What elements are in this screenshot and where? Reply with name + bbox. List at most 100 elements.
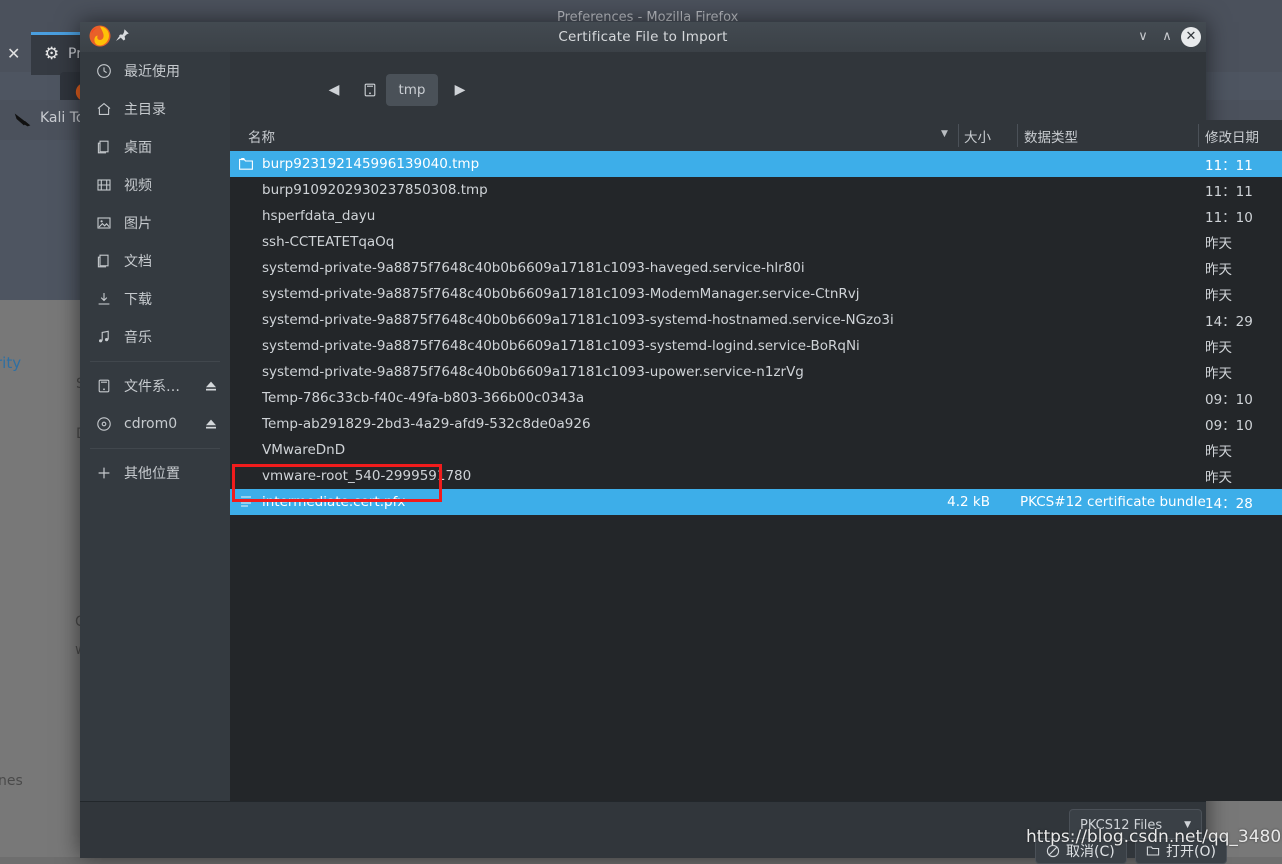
column-header-size[interactable]: 大小 (964, 120, 991, 151)
file-name: intermediate.cert.pfx (262, 494, 406, 510)
file-date: 昨天 (1205, 262, 1232, 278)
drive-icon[interactable] (356, 74, 384, 106)
close-icon[interactable]: ✕ (7, 44, 20, 63)
column-divider[interactable] (958, 124, 959, 147)
folder-icon (238, 156, 254, 172)
eject-icon[interactable] (204, 379, 218, 393)
file-date: 11：11 (1205, 184, 1253, 200)
table-row[interactable]: Temp-786c33cb-f40c-49fa-b803-366b00c0343… (230, 385, 1282, 411)
table-row[interactable]: intermediate.cert.pfx 4.2 kB PKCS#12 cer… (230, 489, 1282, 515)
file-date: 昨天 (1205, 236, 1232, 252)
kali-dragon-icon (14, 113, 31, 127)
sidebar-item-label: 其他位置 (124, 466, 180, 482)
chevron-down-icon[interactable]: ▼ (941, 129, 948, 139)
picture-icon (96, 215, 118, 231)
sidebar-item-recent[interactable]: 最近使用 (80, 52, 230, 90)
table-row[interactable]: burp9109202930237850308.tmp 11：11 (230, 177, 1282, 203)
file-date: 11：10 (1205, 210, 1253, 226)
drive-icon (96, 378, 118, 394)
sidebar-item-downloads[interactable]: 下载 (80, 280, 230, 318)
table-row[interactable]: VMwareDnD 昨天 (230, 437, 1282, 463)
file-date: 09：10 (1205, 392, 1253, 408)
sidebar-item-home[interactable]: 主目录 (80, 90, 230, 128)
desktop-folder-icon (96, 139, 118, 155)
bg-faint-text: nes (0, 773, 23, 789)
table-row[interactable]: ssh-CCTEATETqaOq 昨天 (230, 229, 1282, 255)
breadcrumb-tmp[interactable]: tmp (386, 74, 438, 106)
music-icon (96, 329, 118, 345)
table-row[interactable]: burp923192145996139040.tmp 11：11 (230, 151, 1282, 177)
file-date: 昨天 (1205, 366, 1232, 382)
minimize-icon[interactable]: ∨ (1133, 27, 1153, 47)
file-date: 14：29 (1205, 314, 1253, 330)
file-name: systemd-private-9a8875f7648c40b0b6609a17… (262, 286, 860, 302)
file-name: burp923192145996139040.tmp (262, 156, 480, 172)
table-row[interactable]: Temp-ab291829-2bd3-4a29-afd9-532c8de0a92… (230, 411, 1282, 437)
home-icon (96, 101, 118, 117)
sidebar-item-music[interactable]: 音乐 (80, 318, 230, 356)
column-header-type[interactable]: 数据类型 (1024, 120, 1078, 151)
file-name: systemd-private-9a8875f7648c40b0b6609a17… (262, 312, 894, 328)
maximize-icon[interactable]: ∧ (1157, 27, 1177, 47)
file-list[interactable]: burp923192145996139040.tmp 11：11 burp910… (230, 151, 1282, 801)
sidebar-item-label: 视频 (124, 178, 152, 194)
sidebar-item-label: 桌面 (124, 140, 152, 156)
sidebar-item-label: 主目录 (124, 102, 166, 118)
table-row[interactable]: vmware-root_540-2999591780 昨天 (230, 463, 1282, 489)
gear-icon: ⚙ (44, 44, 60, 64)
sidebar-item-other-locations[interactable]: 其他位置 (80, 454, 230, 492)
video-icon (96, 177, 118, 193)
file-date: 昨天 (1205, 340, 1232, 356)
sidebar-item-cdrom0[interactable]: cdrom0 (80, 405, 230, 443)
plus-icon (96, 465, 118, 481)
sidebar-item-pictures[interactable]: 图片 (80, 204, 230, 242)
file-name: vmware-root_540-2999591780 (262, 468, 472, 484)
file-name: systemd-private-9a8875f7648c40b0b6609a17… (262, 260, 805, 276)
disc-icon (96, 416, 118, 432)
column-header-date[interactable]: 修改日期 (1205, 120, 1259, 151)
sidebar-item-documents[interactable]: 文档 (80, 242, 230, 280)
table-row[interactable]: systemd-private-9a8875f7648c40b0b6609a17… (230, 359, 1282, 385)
sidebar-item-label: 文档 (124, 254, 152, 270)
sidebar-item-filesystem[interactable]: 文件系… (80, 367, 230, 405)
column-header-name[interactable]: 名称 (248, 120, 275, 151)
text-file-icon (238, 494, 254, 510)
sidebar-item-label: cdrom0 (124, 416, 178, 432)
file-date: 14：28 (1205, 496, 1253, 512)
file-date: 昨天 (1205, 444, 1232, 460)
file-name: ssh-CCTEATETqaOq (262, 234, 395, 250)
path-toolbar: ◀ tmp ▶ (230, 52, 1206, 121)
sidebar-item-videos[interactable]: 视频 (80, 166, 230, 204)
sidebar-divider (90, 448, 220, 449)
file-name: burp9109202930237850308.tmp (262, 182, 488, 198)
table-row[interactable]: systemd-private-9a8875f7648c40b0b6609a17… (230, 281, 1282, 307)
table-row[interactable]: systemd-private-9a8875f7648c40b0b6609a17… (230, 333, 1282, 359)
dialog-title: Certificate File to Import (558, 29, 728, 45)
close-icon[interactable]: ✕ (1181, 27, 1201, 47)
sidebar-item-label: 下载 (124, 292, 152, 308)
file-name: VMwareDnD (262, 442, 346, 458)
document-icon (96, 253, 118, 269)
certificate-file-to-import-dialog: Certificate File to Import ∨ ∧ ✕ 最近使用 主目… (80, 22, 1282, 858)
file-type: PKCS#12 certificate bundle (1020, 494, 1206, 510)
sidebar-item-label: 图片 (124, 216, 152, 232)
sidebar-divider (90, 361, 220, 362)
sidebar-item-desktop[interactable]: 桌面 (80, 128, 230, 166)
file-name: hsperfdata_dayu (262, 208, 376, 224)
preferences-security-link[interactable]: rity (0, 354, 21, 372)
table-row[interactable]: systemd-private-9a8875f7648c40b0b6609a17… (230, 255, 1282, 281)
table-row[interactable]: hsperfdata_dayu 11：10 (230, 203, 1282, 229)
column-divider[interactable] (1017, 124, 1018, 147)
column-divider[interactable] (1198, 124, 1199, 147)
forward-icon[interactable]: ▶ (446, 74, 474, 106)
file-name: systemd-private-9a8875f7648c40b0b6609a17… (262, 364, 804, 380)
file-date: 昨天 (1205, 470, 1232, 486)
file-name: systemd-private-9a8875f7648c40b0b6609a17… (262, 338, 860, 354)
sidebar-item-label: 音乐 (124, 330, 152, 346)
table-row[interactable]: systemd-private-9a8875f7648c40b0b6609a17… (230, 307, 1282, 333)
back-icon[interactable]: ◀ (320, 74, 348, 106)
sidebar-item-label: 最近使用 (124, 64, 180, 80)
eject-icon[interactable] (204, 417, 218, 431)
file-name: Temp-786c33cb-f40c-49fa-b803-366b00c0343… (262, 390, 585, 406)
sidebar-item-label: 文件系… (124, 379, 180, 395)
